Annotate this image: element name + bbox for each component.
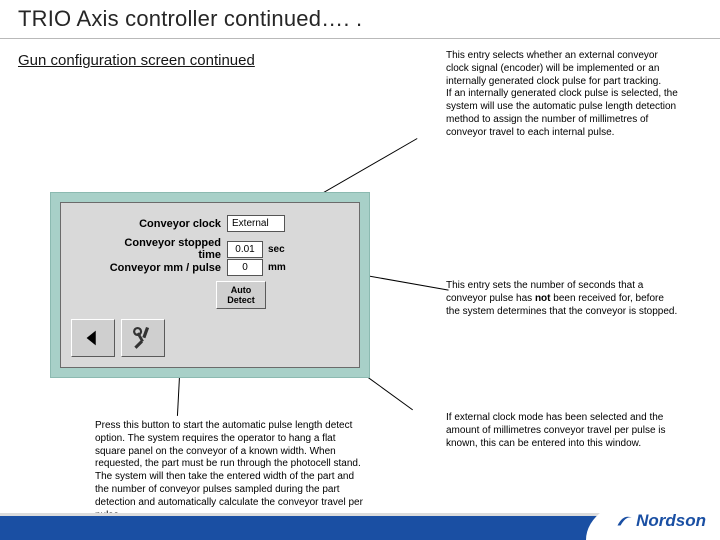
field-unit: sec bbox=[268, 244, 285, 255]
field-label: Conveyor clock bbox=[101, 218, 221, 230]
field-unit: mm bbox=[268, 262, 286, 273]
annotation-conveyor-clock: This entry selects whether an external c… bbox=[446, 50, 680, 140]
nordson-logo: Nordson bbox=[616, 511, 706, 531]
stopped-time-value[interactable]: 0.01 bbox=[227, 241, 263, 258]
field-label: Conveyor mm / pulse bbox=[101, 262, 221, 274]
arrow-left-icon bbox=[82, 327, 104, 349]
field-conveyor-stopped-time: Conveyor stopped time 0.01 sec bbox=[101, 237, 285, 261]
conveyor-clock-value[interactable]: External bbox=[227, 215, 285, 232]
config-panel-inner: Conveyor clock External Conveyor stopped… bbox=[60, 202, 360, 368]
annotation-text: This entry selects whether an external c… bbox=[446, 50, 661, 87]
page-title: TRIO Axis controller continued…. . bbox=[18, 6, 362, 32]
mm-pulse-value[interactable]: 0 bbox=[227, 259, 263, 276]
annotation-auto-detect: Press this button to start the automatic… bbox=[95, 420, 367, 522]
annotation-bold: not bbox=[535, 293, 551, 304]
auto-detect-button[interactable]: Auto Detect bbox=[216, 281, 266, 309]
field-conveyor-mm-pulse: Conveyor mm / pulse 0 mm bbox=[101, 259, 286, 276]
wrench-screwdriver-icon bbox=[130, 325, 156, 351]
nordson-swoosh-icon bbox=[616, 512, 634, 530]
field-conveyor-clock: Conveyor clock External bbox=[101, 215, 285, 232]
annotation-text: If an internally generated clock pulse i… bbox=[446, 88, 678, 137]
page-subtitle: Gun configuration screen continued bbox=[18, 52, 255, 69]
annotation-stopped-time: This entry sets the number of seconds th… bbox=[446, 280, 680, 318]
annotation-mm-per-pulse: If external clock mode has been selected… bbox=[446, 412, 680, 450]
config-panel: Conveyor clock External Conveyor stopped… bbox=[50, 192, 370, 378]
title-divider bbox=[0, 38, 720, 39]
tools-button[interactable] bbox=[121, 319, 165, 357]
field-label: Conveyor stopped time bbox=[101, 237, 221, 261]
brand-text: Nordson bbox=[636, 511, 706, 531]
back-button[interactable] bbox=[71, 319, 115, 357]
